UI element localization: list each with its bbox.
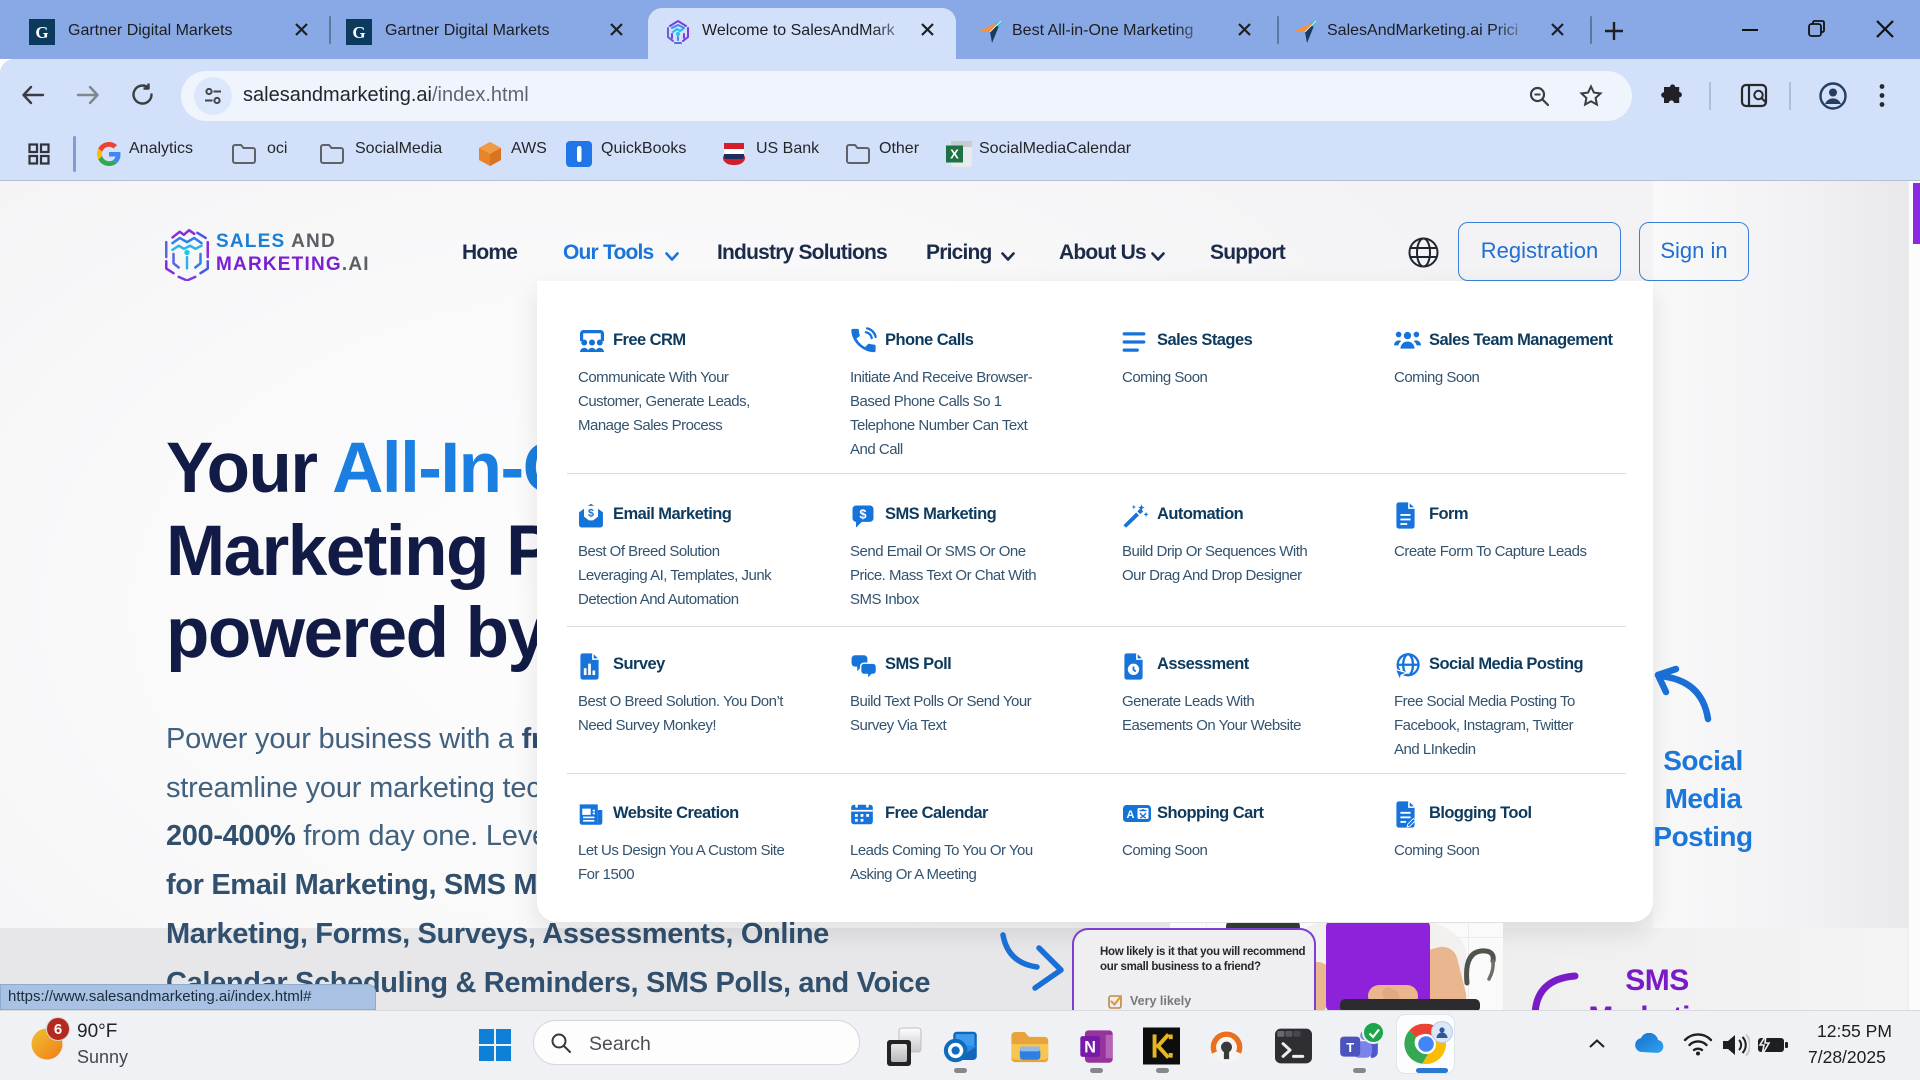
svg-text:N: N (1084, 1038, 1096, 1056)
svg-text:A: A (1127, 809, 1135, 821)
svg-text:$: $ (859, 506, 866, 521)
svg-text:$: $ (588, 508, 594, 520)
svg-text:T: T (1346, 1040, 1354, 1055)
svg-text:X: X (950, 147, 959, 162)
svg-text:G: G (35, 23, 48, 42)
svg-text:G: G (352, 23, 365, 42)
